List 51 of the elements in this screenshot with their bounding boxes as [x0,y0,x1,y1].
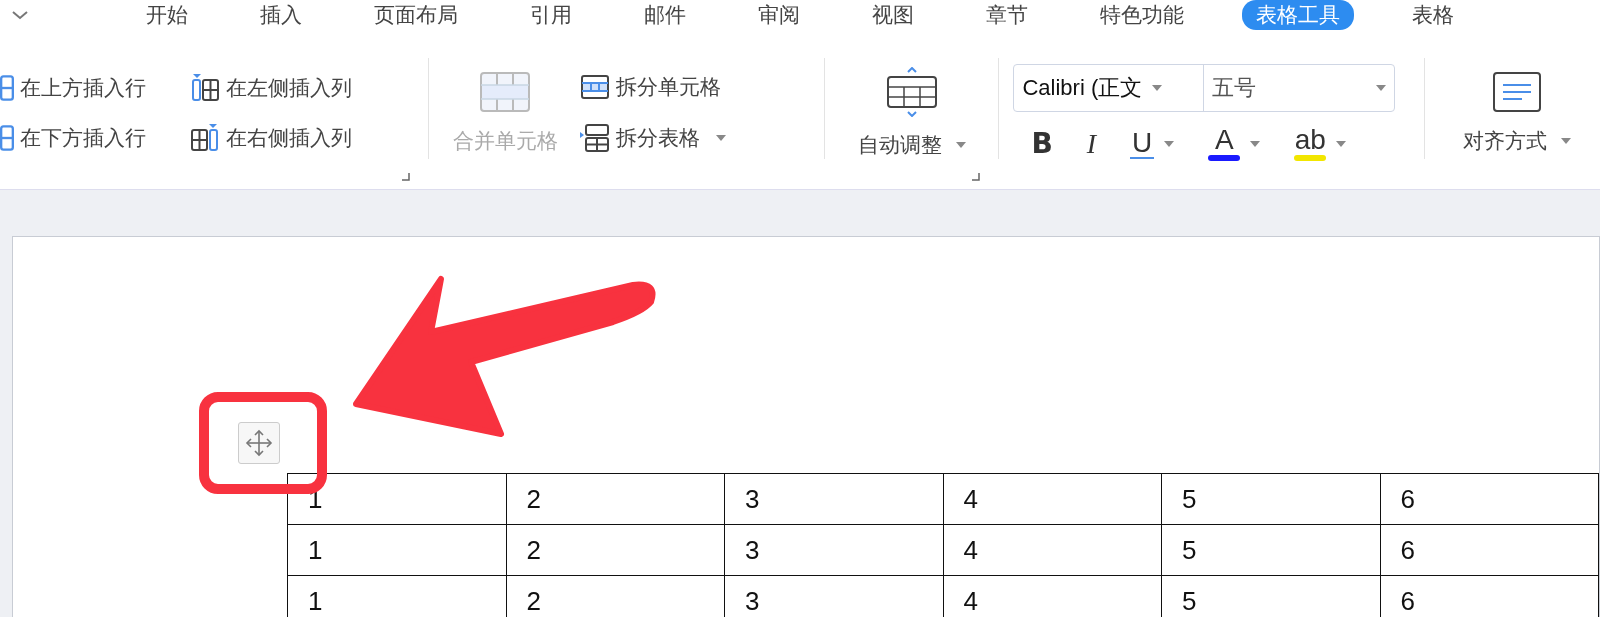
insert-button[interactable]: 在左侧插入列 [190,73,420,102]
table-icon [479,70,532,113]
table-cell: 6 [1380,473,1599,525]
table-cell: 3 [724,524,943,576]
table-cell: 2 [506,473,725,525]
menu-tab[interactable]: 插入 [246,0,316,30]
font-size-dropdown[interactable]: 五号 [1204,65,1395,111]
highlight-button[interactable]: ab [1294,126,1347,161]
insert-button[interactable]: 在上方插入行 [0,73,190,102]
menu-tab[interactable]: 视图 [858,0,928,30]
chevron-down-icon[interactable] [10,9,30,21]
menu-tab[interactable]: 邮件 [630,0,700,30]
move-handle[interactable] [238,422,280,464]
table-cell: 4 [943,524,1162,576]
bold-button[interactable]: B [1031,127,1053,160]
auto-fit-button[interactable]: 自动调整 [857,66,966,159]
table-cell: 6 [1380,524,1599,576]
menu-tab[interactable]: 特色功能 [1086,0,1198,30]
menu-tab[interactable]: 页面布局 [360,0,472,30]
insert-row-icon [0,123,14,152]
table-cell: 5 [1161,524,1380,576]
align-icon [1491,70,1542,113]
menu-tab[interactable]: 引用 [516,0,586,30]
table-cell: 2 [506,524,725,576]
move-icon [244,428,274,458]
split-cells-icon [580,72,610,101]
align-button[interactable]: 对齐方式 [1462,70,1571,155]
table-cell: 5 [1161,473,1380,525]
insert-button[interactable]: 在下方插入行 [0,123,190,152]
insert-button[interactable]: 在右侧插入列 [190,123,420,152]
split-table-icon [580,122,610,153]
table-cell: 4 [943,473,1162,525]
insert-column-icon [190,73,220,102]
split-cells-button[interactable]: 拆分单元格 [580,72,726,101]
underline-button[interactable]: U [1130,128,1175,159]
group-launcher-icon[interactable] [402,173,410,181]
menu-tab[interactable]: 表格 [1398,0,1468,30]
insert-row-icon [0,73,14,102]
auto-fit-icon [884,66,939,117]
table-cell: 1 [287,575,506,617]
table-cell: 3 [724,473,943,525]
split-table-button[interactable]: 拆分表格 [580,122,726,153]
table-cell: 1 [287,524,506,576]
dropdown-caret-icon [716,134,726,141]
group-launcher-icon[interactable] [972,173,981,181]
font-name-dropdown[interactable]: Calibri (正文 [1014,65,1205,111]
menu-tab[interactable]: 审阅 [744,0,814,30]
menu-tab[interactable]: 开始 [132,0,202,30]
menu-tab[interactable]: 章节 [972,0,1042,30]
insert-column-icon [190,123,220,152]
italic-button[interactable]: I [1086,127,1097,160]
